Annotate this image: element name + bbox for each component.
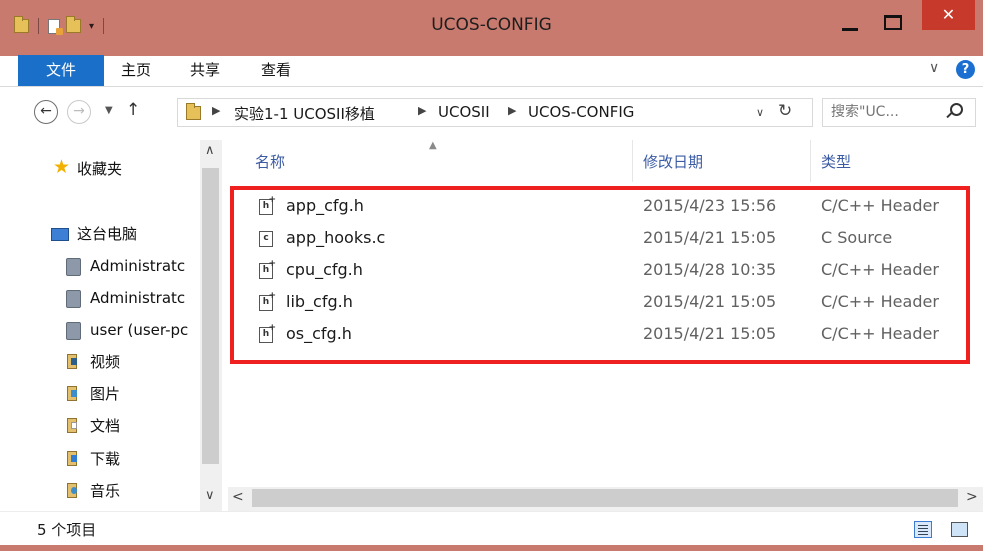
- refresh-icon[interactable]: ↻: [778, 101, 792, 121]
- tab-file[interactable]: 文件: [18, 55, 104, 86]
- horizontal-scrollbar[interactable]: < >: [228, 487, 983, 511]
- documents-library-icon: [67, 418, 77, 433]
- breadcrumb-item[interactable]: UCOSII: [438, 103, 490, 121]
- up-button[interactable]: ↑: [126, 100, 140, 120]
- status-bar: 5 个项目: [0, 511, 983, 545]
- pictures-library-icon: [67, 386, 77, 401]
- breadcrumb-arrow-icon[interactable]: ▶: [212, 104, 220, 117]
- sidebar-item-share[interactable]: Administratc: [0, 254, 200, 280]
- back-button[interactable]: ←: [34, 100, 58, 124]
- sidebar-item-share[interactable]: Administratc: [0, 286, 200, 312]
- music-library-icon: [67, 483, 77, 498]
- help-icon[interactable]: ?: [956, 60, 975, 79]
- navigation-pane: ★ 收藏夹 这台电脑 Administratc Administratc use…: [0, 140, 222, 511]
- scrollbar-thumb[interactable]: [202, 168, 219, 464]
- highlight-box: [230, 186, 970, 364]
- navigation-scrollbar[interactable]: ∧ ∨: [200, 140, 222, 511]
- details-view-icon[interactable]: [914, 521, 932, 538]
- column-divider[interactable]: [810, 140, 811, 182]
- downloads-icon: [67, 451, 77, 466]
- tab-share[interactable]: 共享: [190, 56, 220, 86]
- sidebar-item-label: 收藏夹: [77, 160, 123, 178]
- scrollbar-thumb[interactable]: [252, 489, 958, 507]
- column-divider[interactable]: [632, 140, 633, 182]
- sidebar-item-this-pc[interactable]: 这台电脑: [0, 220, 200, 246]
- network-share-icon: [66, 258, 81, 276]
- network-share-icon: [66, 290, 81, 308]
- chevron-down-icon[interactable]: ∨: [929, 60, 939, 76]
- content-area: ★ 收藏夹 这台电脑 Administratc Administratc use…: [0, 140, 983, 511]
- chevron-left-icon[interactable]: <: [232, 489, 244, 505]
- window-title: UCOS-CONFIG: [431, 15, 552, 35]
- network-share-icon: [66, 322, 81, 340]
- item-count: 5 个项目: [37, 521, 97, 539]
- sidebar-item-label: 音乐: [90, 482, 121, 500]
- breadcrumb-arrow-icon[interactable]: ▶: [508, 104, 516, 117]
- sidebar-item-label: 文档: [90, 417, 121, 435]
- forward-button[interactable]: →: [67, 100, 91, 124]
- video-library-icon: [67, 354, 77, 369]
- sidebar-item-label: Administratc: [90, 289, 186, 307]
- sidebar-item-downloads[interactable]: 下载: [0, 445, 200, 471]
- column-header-name[interactable]: 名称: [255, 151, 285, 172]
- sort-ascending-icon: ▲: [429, 140, 437, 151]
- search-box: [822, 98, 976, 127]
- breadcrumb-item[interactable]: 实验1-1 UCOSII移植: [234, 103, 375, 124]
- address-bar[interactable]: ▶ 实验1-1 UCOSII移植 ▶ UCOSII ▶ UCOS-CONFIG …: [177, 98, 813, 127]
- file-list: ▲ 名称 修改日期 类型 h app_cfg.h 2015/4/23 15:56…: [228, 140, 983, 511]
- maximize-button[interactable]: [884, 15, 904, 32]
- computer-icon: [51, 228, 69, 241]
- sidebar-item-label: 下载: [90, 450, 121, 468]
- search-icon[interactable]: [950, 103, 963, 116]
- minimize-button[interactable]: [842, 18, 862, 31]
- maximize-icon: [884, 15, 902, 30]
- column-header-date[interactable]: 修改日期: [643, 151, 703, 172]
- tab-view[interactable]: 查看: [261, 56, 291, 86]
- sidebar-item-music[interactable]: 音乐: [0, 477, 200, 503]
- search-input[interactable]: [831, 102, 941, 122]
- sidebar-item-documents[interactable]: 文档: [0, 412, 200, 438]
- sidebar-item-label: 图片: [90, 385, 121, 403]
- sidebar-item-videos[interactable]: 视频: [0, 348, 200, 374]
- tab-home[interactable]: 主页: [121, 56, 151, 86]
- chevron-down-icon[interactable]: ∨: [205, 488, 215, 503]
- star-icon: ★: [53, 156, 71, 178]
- chevron-down-icon[interactable]: ∨: [756, 106, 764, 119]
- recent-locations-icon[interactable]: ▼: [105, 105, 113, 116]
- breadcrumb-arrow-icon[interactable]: ▶: [418, 104, 426, 117]
- close-button[interactable]: ✕: [922, 0, 975, 30]
- sidebar-item-label: user (user-pc: [90, 321, 189, 339]
- sidebar-item-pictures[interactable]: 图片: [0, 380, 200, 406]
- chevron-right-icon[interactable]: >: [966, 489, 978, 505]
- chevron-up-icon[interactable]: ∧: [205, 143, 215, 158]
- ribbon-tabs: 文件 主页 共享 查看 ∨ ?: [0, 55, 983, 87]
- column-header-type[interactable]: 类型: [821, 151, 851, 172]
- folder-icon: [186, 103, 201, 120]
- sidebar-item-favorites[interactable]: ★ 收藏夹: [0, 155, 200, 181]
- breadcrumb-item[interactable]: UCOS-CONFIG: [528, 103, 634, 121]
- sidebar-item-label: 这台电脑: [77, 225, 138, 243]
- sidebar-item-label: Administratc: [90, 257, 186, 275]
- explorer-window: ▾ UCOS-CONFIG ✕ 文件 主页 共享 查看 ∨ ? ← → ▼ ↑ …: [0, 0, 983, 551]
- navigation-bar: ← → ▼ ↑ ▶ 实验1-1 UCOSII移植 ▶ UCOSII ▶ UCOS…: [0, 87, 983, 140]
- sidebar-item-label: 视频: [90, 353, 121, 371]
- title-bar: ▾ UCOS-CONFIG ✕: [0, 0, 983, 56]
- large-icons-view-icon[interactable]: [951, 522, 968, 537]
- sidebar-item-share[interactable]: user (user-pc: [0, 318, 200, 344]
